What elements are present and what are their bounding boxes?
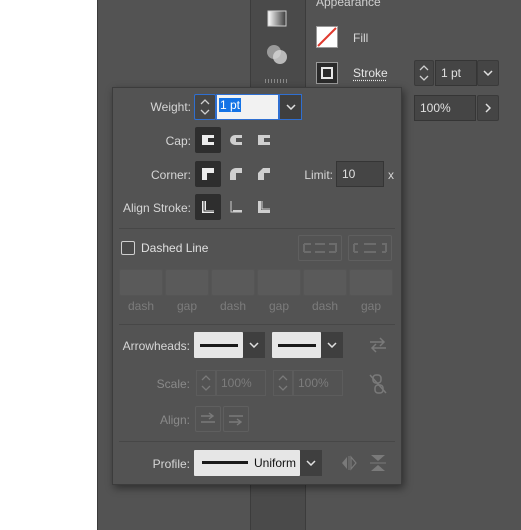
bevel-join-icon[interactable] bbox=[251, 161, 277, 187]
gap-1-input[interactable] bbox=[165, 269, 209, 296]
divider bbox=[119, 441, 395, 442]
cap-label: Cap: bbox=[165, 134, 191, 148]
limit-label: Limit: bbox=[304, 168, 333, 182]
chevron-down-icon[interactable] bbox=[300, 450, 322, 476]
scale-end-stepper[interactable] bbox=[273, 370, 293, 396]
weight-input-value: 1 pt bbox=[219, 98, 242, 112]
end-arrowhead-dropdown[interactable] bbox=[272, 332, 343, 358]
stroke-label[interactable]: Stroke bbox=[353, 66, 388, 80]
arrow-align-buttons bbox=[195, 406, 249, 432]
gap-3-input[interactable] bbox=[349, 269, 393, 296]
opacity-field[interactable]: 100% bbox=[414, 95, 476, 121]
end-arrowhead-preview bbox=[272, 332, 321, 358]
profile-dropdown[interactable]: Uniform bbox=[194, 450, 322, 476]
align-inside-icon[interactable] bbox=[223, 194, 249, 220]
scale-start-stepper[interactable] bbox=[196, 370, 216, 396]
projecting-cap-icon[interactable] bbox=[251, 127, 277, 153]
gap-label: gap bbox=[268, 299, 290, 313]
transparency-icon[interactable] bbox=[265, 42, 289, 66]
fill-label[interactable]: Fill bbox=[353, 31, 368, 45]
round-join-icon[interactable] bbox=[223, 161, 249, 187]
round-cap-icon[interactable] bbox=[223, 127, 249, 153]
weight-chevron-down-icon[interactable] bbox=[279, 94, 302, 120]
chevron-right-icon[interactable] bbox=[477, 95, 499, 121]
butt-cap-icon[interactable] bbox=[195, 127, 221, 153]
dash-preserve-icon[interactable] bbox=[298, 235, 342, 261]
link-scale-icon[interactable] bbox=[368, 373, 388, 398]
dash-1-input[interactable] bbox=[119, 269, 163, 296]
limit-input[interactable]: 10 bbox=[336, 161, 384, 187]
dash-2-input[interactable] bbox=[211, 269, 255, 296]
swap-arrowheads-icon[interactable] bbox=[368, 336, 388, 357]
scale-start-input[interactable]: 100% bbox=[216, 370, 266, 396]
dash-label: dash bbox=[311, 299, 339, 313]
gap-label: gap bbox=[176, 299, 198, 313]
arrow-place-icon[interactable] bbox=[223, 406, 249, 432]
panel-grip[interactable] bbox=[265, 79, 289, 83]
divider bbox=[119, 324, 395, 325]
weight-stepper[interactable] bbox=[194, 94, 216, 120]
scale-label: Scale: bbox=[156, 377, 190, 391]
start-arrowhead-dropdown[interactable] bbox=[194, 332, 265, 358]
stroke-weight-field[interactable]: 1 pt bbox=[435, 60, 477, 86]
gradient-icon[interactable] bbox=[265, 7, 289, 31]
stroke-weight-stepper[interactable] bbox=[414, 60, 434, 86]
align-center-icon[interactable] bbox=[195, 194, 221, 220]
corner-buttons bbox=[195, 161, 277, 187]
align-stroke-label: Align Stroke: bbox=[122, 201, 191, 215]
dash-align-corners-icon[interactable] bbox=[348, 235, 392, 261]
dash-3-input[interactable] bbox=[303, 269, 347, 296]
miter-join-icon[interactable] bbox=[195, 161, 221, 187]
chevron-down-icon[interactable] bbox=[243, 332, 265, 358]
divider bbox=[119, 228, 395, 229]
profile-preview: Uniform bbox=[194, 450, 300, 476]
appearance-title: Appearance bbox=[316, 0, 381, 9]
dash-label: dash bbox=[219, 299, 247, 313]
profile-label: Profile: bbox=[152, 457, 190, 471]
dash-label: dash bbox=[127, 299, 155, 313]
weight-input[interactable]: 1 pt bbox=[216, 94, 279, 120]
chevron-down-icon[interactable] bbox=[477, 60, 499, 86]
dash-gap-fields bbox=[119, 269, 393, 296]
stroke-options-panel: Weight: 1 pt Cap: Corner: Limit: 10 x Al… bbox=[112, 87, 402, 485]
weight-label: Weight: bbox=[150, 100, 191, 114]
gap-label: gap bbox=[360, 299, 382, 313]
limit-unit: x bbox=[388, 168, 394, 182]
arrowheads-label: Arrowheads: bbox=[122, 339, 190, 353]
scale-end-input[interactable]: 100% bbox=[293, 370, 343, 396]
arrow-extend-icon[interactable] bbox=[195, 406, 221, 432]
corner-label: Corner: bbox=[150, 168, 191, 182]
profile-value: Uniform bbox=[254, 456, 297, 470]
gap-2-input[interactable] bbox=[257, 269, 301, 296]
align-label: Align: bbox=[159, 413, 190, 427]
dashed-line-label[interactable]: Dashed Line bbox=[141, 241, 208, 255]
flip-profile-horizontal-icon[interactable] bbox=[339, 454, 359, 475]
stroke-swatch-icon[interactable] bbox=[316, 62, 338, 84]
fill-none-swatch-icon[interactable] bbox=[316, 26, 338, 48]
flip-profile-vertical-icon[interactable] bbox=[368, 454, 388, 475]
align-outside-icon[interactable] bbox=[251, 194, 277, 220]
dashed-line-checkbox[interactable] bbox=[121, 241, 135, 255]
dash-gap-labels: dash gap dash gap dash gap bbox=[119, 299, 393, 313]
chevron-down-icon[interactable] bbox=[321, 332, 343, 358]
cap-buttons bbox=[195, 127, 277, 153]
start-arrowhead-preview bbox=[194, 332, 243, 358]
align-stroke-buttons bbox=[195, 194, 277, 220]
